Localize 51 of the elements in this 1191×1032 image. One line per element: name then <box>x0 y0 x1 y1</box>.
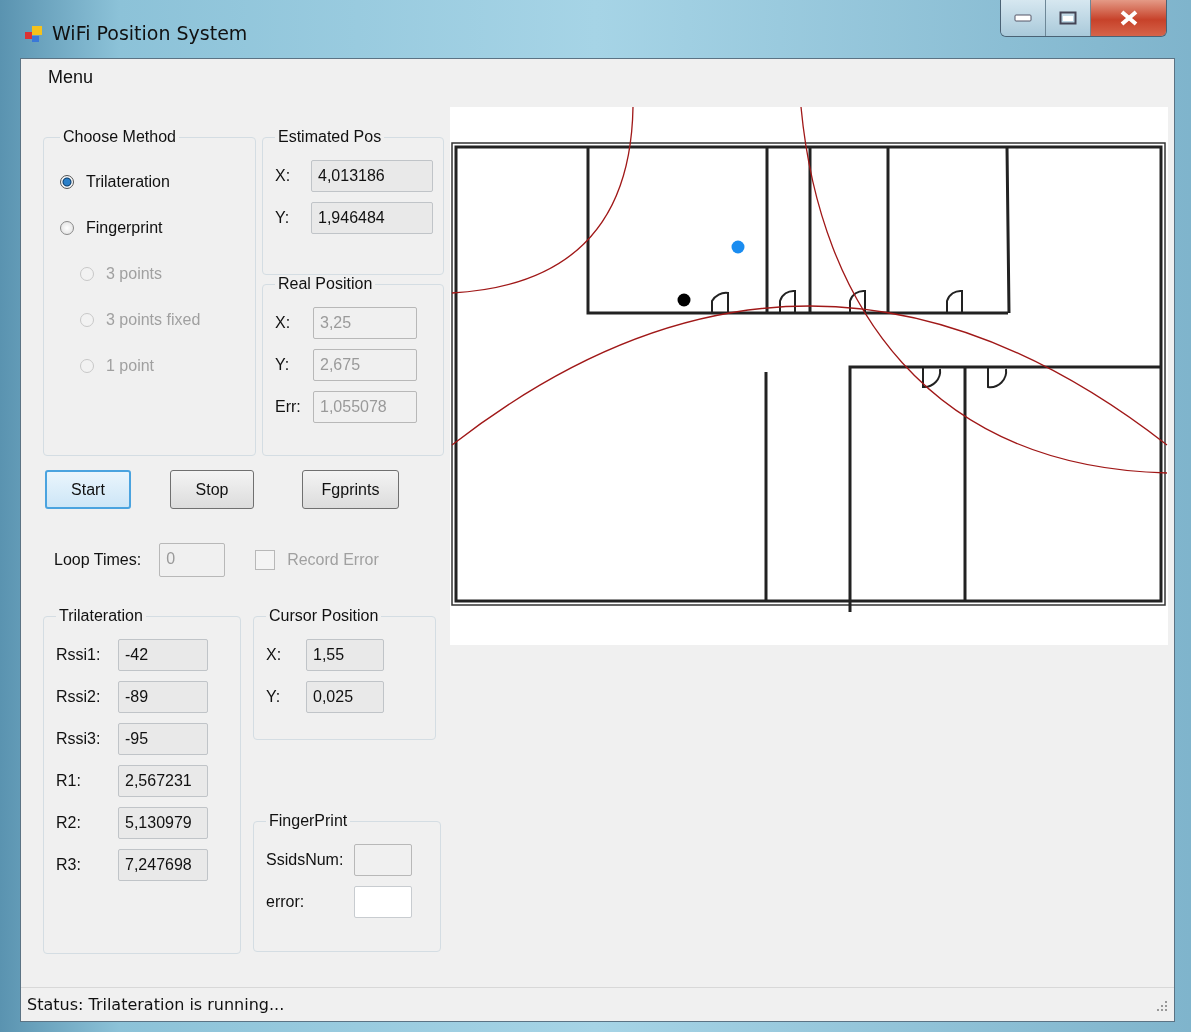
group-title: Cursor Position <box>268 607 380 625</box>
field-label: X: <box>275 167 292 185</box>
text-field[interactable]: 7,247698 <box>118 849 208 881</box>
radio-button[interactable]: Trilateration <box>60 168 249 196</box>
close-button[interactable] <box>1091 0 1166 36</box>
field-label: R1: <box>56 772 82 790</box>
minimize-icon <box>1014 14 1032 22</box>
field-label: Y: <box>275 356 291 374</box>
text-field[interactable] <box>354 886 412 918</box>
push-button[interactable]: Stop <box>170 470 254 509</box>
radio-icon[interactable] <box>60 175 74 189</box>
status-text: Status: Trilateration is running... <box>27 995 285 1014</box>
minimize-button[interactable] <box>1001 0 1046 36</box>
text-field[interactable]: 0,025 <box>306 681 384 713</box>
field-label: Loop Times: <box>54 551 142 569</box>
group-title: Real Position <box>277 275 374 293</box>
group-title: Trilateration <box>58 607 144 625</box>
radio-icon[interactable] <box>60 221 74 235</box>
text-field[interactable]: -89 <box>118 681 208 713</box>
text-field[interactable]: 4,013186 <box>311 160 433 192</box>
field-label: Y: <box>266 688 282 706</box>
close-icon <box>1118 10 1139 26</box>
text-field[interactable]: 5,130979 <box>118 807 208 839</box>
text-field[interactable]: -42 <box>118 639 208 671</box>
field-label: R2: <box>56 814 82 832</box>
app-icon <box>24 24 44 44</box>
group-title: FingerPrint <box>268 812 349 830</box>
window-title: WiFi Position System <box>52 22 248 44</box>
maximize-icon <box>1059 11 1077 25</box>
field-label: Rssi3: <box>56 730 102 748</box>
field-label: Y: <box>275 209 291 227</box>
field-label: error: <box>266 893 306 911</box>
field-label: Err: <box>275 398 302 416</box>
text-field[interactable]: 1,946484 <box>311 202 433 234</box>
text-field[interactable]: -95 <box>118 723 208 755</box>
text-field[interactable]: 1,55 <box>306 639 384 671</box>
push-button[interactable]: Start <box>45 470 131 509</box>
maximize-button[interactable] <box>1046 0 1091 36</box>
group-title: Choose Method <box>62 128 177 146</box>
field-label: X: <box>266 646 283 664</box>
menu-item[interactable]: Menu <box>48 66 94 88</box>
text-field[interactable]: 2,567231 <box>118 765 208 797</box>
radio-button[interactable]: Fingerprint <box>60 214 249 242</box>
field-label: Rssi2: <box>56 688 102 706</box>
field-label: R3: <box>56 856 82 874</box>
field-label: X: <box>275 314 292 332</box>
field-label: Rssi1: <box>56 646 102 664</box>
field-label: SsidsNum: <box>266 851 345 869</box>
push-button[interactable]: Fgprints <box>302 470 399 509</box>
group-title: Estimated Pos <box>277 128 383 146</box>
text-field[interactable] <box>354 844 412 876</box>
